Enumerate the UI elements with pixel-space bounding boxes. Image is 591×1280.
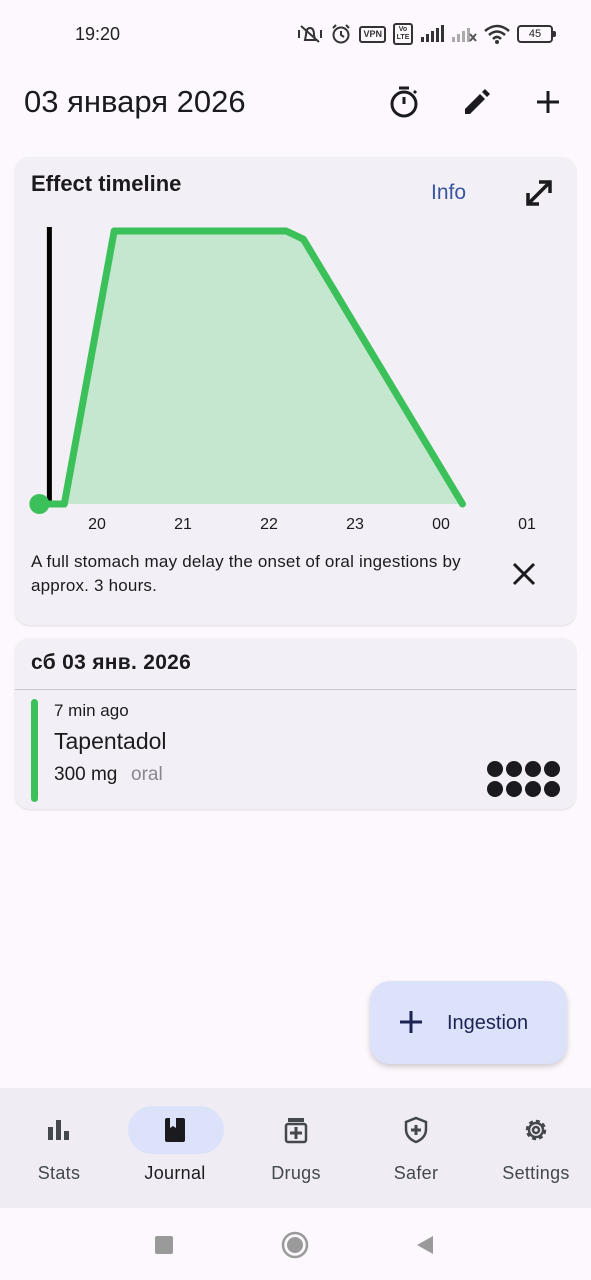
dose-dot xyxy=(544,761,560,777)
divider xyxy=(15,689,576,690)
medicine-icon xyxy=(282,1116,310,1144)
fab-label: Ingestion xyxy=(447,1012,529,1034)
page-title: 03 января 2026 xyxy=(24,84,246,119)
nav-item-journal[interactable]: Journal xyxy=(116,1088,234,1208)
day-header: сб 03 янв. 2026 xyxy=(31,651,192,674)
top-app-bar: 03 января 2026 xyxy=(0,70,591,134)
x-axis-ticks: 20 21 22 23 00 01 xyxy=(88,516,536,533)
home-icon[interactable] xyxy=(280,1230,310,1260)
battery-icon: 45 xyxy=(517,25,556,43)
x-tick-label: 01 xyxy=(518,516,536,533)
edit-icon[interactable] xyxy=(456,82,496,122)
status-bar: 19:20 VPN Vo LTE 45 xyxy=(0,0,591,68)
wifi-icon xyxy=(484,24,510,44)
add-icon[interactable] xyxy=(528,82,568,122)
nav-item-settings[interactable]: Settings xyxy=(477,1088,591,1208)
x-tick-label: 20 xyxy=(88,516,106,533)
status-time: 19:20 xyxy=(75,24,121,44)
timer-icon[interactable] xyxy=(384,82,424,122)
ingestion-start-dot xyxy=(29,494,50,514)
ingestion-time-ago: 7 min ago xyxy=(54,701,129,720)
dose-dot xyxy=(544,781,560,797)
nav-item-drugs[interactable]: Drugs xyxy=(237,1088,355,1208)
bottom-navigation: Stats Journal Drugs Safer Settings xyxy=(0,1088,591,1208)
x-tick-label: 23 xyxy=(346,516,364,533)
nav-label: Stats xyxy=(37,1163,81,1183)
back-icon[interactable] xyxy=(410,1230,440,1260)
nav-label: Drugs xyxy=(271,1163,321,1183)
effect-timeline-card: Effect timeline Info 20 21 22 23 00 01 A full… xyxy=(15,157,576,625)
dose-dot xyxy=(525,781,541,797)
gear-icon xyxy=(522,1116,550,1144)
nav-label: Safer xyxy=(393,1163,439,1183)
dose-strength-dots xyxy=(487,761,560,797)
dose-dot xyxy=(506,761,522,777)
status-icons: VPN Vo LTE 45 xyxy=(297,22,556,46)
alarm-icon xyxy=(330,23,352,45)
recents-icon[interactable] xyxy=(149,1230,179,1260)
effect-timeline-chart[interactable]: 20 21 22 23 00 01 xyxy=(15,157,576,547)
add-icon xyxy=(397,1008,425,1036)
nav-item-safer[interactable]: Safer xyxy=(357,1088,475,1208)
book-icon xyxy=(161,1116,189,1144)
add-ingestion-button[interactable]: Ingestion xyxy=(370,981,567,1064)
x-tick-label: 22 xyxy=(260,516,278,533)
nav-label: Settings xyxy=(502,1163,570,1183)
ingestion-dose: 300 mg xyxy=(54,764,118,785)
dose-dot xyxy=(487,781,503,797)
full-stomach-hint: A full stomach may delay the onset of or… xyxy=(31,552,461,595)
shield-plus-icon xyxy=(402,1116,430,1144)
nav-label: Journal xyxy=(144,1163,206,1183)
x-tick-label: 21 xyxy=(174,516,192,533)
mute-vibrate-icon xyxy=(297,22,323,46)
dose-dot xyxy=(525,761,541,777)
x-tick-label: 00 xyxy=(432,516,450,533)
ingestion-route: oral xyxy=(131,764,163,785)
vpn-icon: VPN xyxy=(359,25,386,43)
dose-dot xyxy=(487,761,503,777)
system-navigation-bar xyxy=(0,1208,591,1280)
bar-chart-icon xyxy=(45,1116,73,1144)
volte-icon: Vo LTE xyxy=(393,23,413,45)
dose-dot xyxy=(506,781,522,797)
substance-color-bar xyxy=(31,699,38,802)
close-icon[interactable] xyxy=(509,559,539,589)
signal-icon xyxy=(420,25,444,43)
nav-item-stats[interactable]: Stats xyxy=(0,1088,118,1208)
effect-area xyxy=(39,231,463,504)
journal-day-card: сб 03 янв. 2026 7 min ago Tapentadol 300… xyxy=(15,638,576,809)
signal-no-service-icon xyxy=(451,25,477,43)
substance-name: Tapentadol xyxy=(54,728,167,754)
